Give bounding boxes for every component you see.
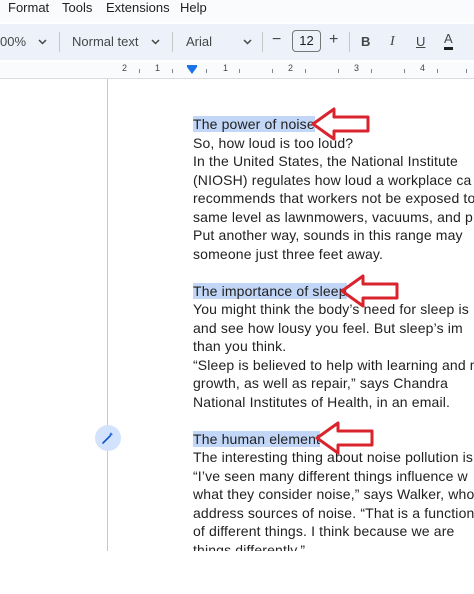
ruler-label: 1 (155, 63, 161, 73)
bold-button[interactable]: B (361, 34, 370, 49)
paragraph-line: You might think the body’s need for slee… (193, 301, 469, 317)
font-size-input[interactable]: 12 (292, 30, 321, 52)
toolbar-divider (172, 32, 173, 52)
paragraph-line: (NIOSH) regulates how loud a workplace c… (193, 172, 472, 188)
italic-button[interactable]: I (390, 34, 395, 50)
ruler-label: 4 (420, 63, 426, 73)
paragraph-line: Put another way, sounds in this range ma… (193, 227, 463, 243)
paragraph-line: “Sleep is believed to help with learning… (193, 357, 474, 373)
zoom-select[interactable]: 00% (0, 34, 26, 49)
paragraph-line: growth, as well as repair,” says Chandra (193, 375, 448, 391)
decrease-font-size-button[interactable]: − (272, 31, 281, 49)
paragraph-line: “I’ve seen many different things influen… (193, 468, 468, 484)
ruler-tick (404, 69, 405, 73)
paragraph-line: what they consider noise,” says Walker, … (193, 486, 474, 502)
ruler-tick (272, 69, 273, 73)
ruler: 2 1 1 2 3 4 (0, 62, 474, 79)
paragraph-line: and see how lousy you feel. But sleep’s … (193, 320, 463, 336)
paragraph-line: In the United States, the National Insti… (193, 153, 458, 169)
paragraph-line: same level as lawnmowers, vacuums, and p (193, 209, 473, 225)
ruler-label: 2 (288, 63, 294, 73)
paragraph-line: recommends that workers not be exposed t… (193, 190, 474, 206)
paragraph-line: things differently.” (193, 542, 306, 551)
ruler-tick (338, 69, 339, 73)
toolbar: 00% Normal text Arial − 12 + B I U A (0, 24, 474, 60)
toolbar-divider (262, 32, 263, 52)
menu-help[interactable]: Help (180, 0, 207, 15)
paragraph-line: someone just three feet away. (193, 246, 384, 262)
ruler-tick (305, 69, 306, 73)
magic-pen-icon[interactable] (95, 425, 121, 451)
menu-format[interactable]: Format (8, 0, 49, 15)
heading-power-of-noise[interactable]: The power of noise (193, 116, 315, 132)
ruler-tick (371, 69, 372, 73)
increase-font-size-button[interactable]: + (329, 31, 338, 49)
chevron-down-icon[interactable] (243, 39, 252, 45)
ruler-label: 1 (223, 63, 229, 73)
paragraph-line: than you think. (193, 338, 287, 354)
text-color-button[interactable]: A (444, 31, 453, 50)
heading-human-element[interactable]: The human element (193, 431, 321, 447)
style-select[interactable]: Normal text (72, 34, 138, 49)
ruler-label: 3 (354, 63, 360, 73)
ruler-tick (206, 69, 207, 73)
underline-button[interactable]: U (416, 34, 425, 49)
document-page[interactable]: The power of noise So, how loud is too l… (108, 79, 474, 551)
red-arrow-icon (315, 421, 374, 455)
menu-bar: Format Tools Extensions Help (0, 0, 474, 22)
red-arrow-icon (340, 274, 399, 308)
ruler-tick (466, 69, 467, 73)
red-arrow-icon (311, 107, 370, 141)
chevron-down-icon[interactable] (38, 39, 47, 45)
font-select[interactable]: Arial (186, 34, 212, 49)
toolbar-divider (349, 32, 350, 52)
paragraph-line: address sources of noise. “That is a fun… (193, 505, 474, 521)
heading-importance-of-sleep[interactable]: The importance of sleep (193, 283, 347, 299)
ruler-label: 2 (122, 63, 128, 73)
paragraph-line: National Institutes of Health, in an ema… (193, 394, 451, 410)
menu-extensions[interactable]: Extensions (106, 0, 170, 15)
ruler-tick (172, 69, 173, 73)
chevron-down-icon[interactable] (151, 39, 160, 45)
ruler-tick (239, 69, 240, 73)
ruler-tick (437, 69, 438, 73)
left-indent-marker[interactable] (187, 67, 197, 74)
menu-tools[interactable]: Tools (62, 0, 92, 15)
toolbar-divider (59, 32, 60, 52)
ruler-tick (139, 69, 140, 73)
paragraph-line: of different things. I think because we … (193, 523, 455, 539)
